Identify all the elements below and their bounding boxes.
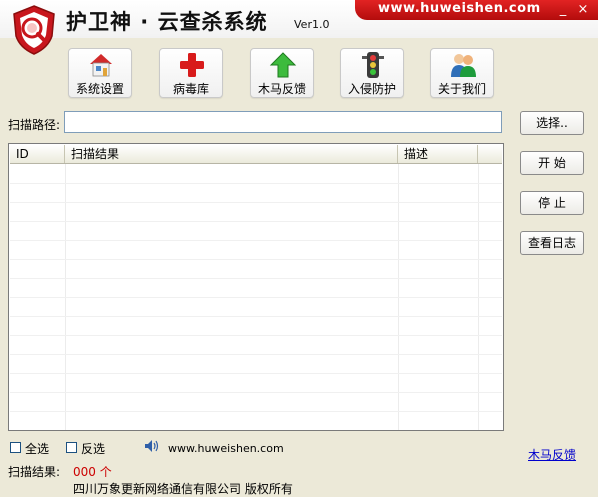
- select-all-label[interactable]: 全选: [25, 440, 49, 457]
- column-header-scan-result[interactable]: 扫描结果: [65, 145, 398, 163]
- house-settings-icon: [90, 54, 112, 77]
- empty-row-line: [10, 278, 502, 279]
- copyright-text: 四川万象更新网络通信有限公司 版权所有: [73, 482, 293, 496]
- toolbar-about-us-button[interactable]: 关于我们: [430, 48, 494, 98]
- scan-result-label: 扫描结果:: [8, 465, 61, 479]
- shield-logo-icon: [13, 5, 55, 55]
- toolbar-virus-db-button[interactable]: 病毒库: [159, 48, 223, 98]
- empty-row-line: [10, 297, 502, 298]
- toolbar-trojan-feedback-button[interactable]: 木马反馈: [250, 48, 314, 98]
- toolbar-system-settings-button[interactable]: 系统设置: [68, 48, 132, 98]
- scan-path-label: 扫描路径:: [8, 118, 61, 132]
- start-button[interactable]: 开 始: [520, 151, 584, 175]
- scan-results-table[interactable]: ID 扫描结果 描述: [8, 143, 504, 431]
- empty-row-line: [10, 411, 502, 412]
- scan-path-input[interactable]: [64, 111, 502, 133]
- invert-select-checkbox[interactable]: [66, 442, 77, 453]
- empty-row-line: [10, 183, 502, 184]
- toolbar-label: 木马反馈: [257, 82, 306, 96]
- empty-row-line: [10, 202, 502, 203]
- traffic-light-icon: [362, 52, 384, 78]
- view-log-button[interactable]: 查看日志: [520, 231, 584, 255]
- empty-row-line: [10, 354, 502, 355]
- stop-button[interactable]: 停 止: [520, 191, 584, 215]
- empty-row-line: [10, 335, 502, 336]
- column-header-description[interactable]: 描述: [398, 145, 478, 163]
- trojan-report-link[interactable]: 木马反馈: [528, 446, 576, 463]
- app-title: 护卫神 · 云查杀系统: [66, 10, 268, 34]
- toolbar-label: 入侵防护: [347, 82, 396, 96]
- toolbar-label: 病毒库: [172, 82, 209, 96]
- close-button[interactable]: ×: [575, 2, 591, 18]
- column-header-filler: [478, 145, 502, 163]
- toolbar-label: 关于我们: [437, 82, 486, 96]
- speaker-icon: [145, 440, 159, 452]
- footer-url[interactable]: www.huweishen.com: [168, 442, 284, 455]
- empty-row-line: [10, 240, 502, 241]
- empty-row-line: [10, 316, 502, 317]
- empty-row-line: [10, 221, 502, 222]
- column-header-id[interactable]: ID: [10, 145, 65, 163]
- toolbar-label: 系统设置: [75, 82, 124, 96]
- empty-row-line: [10, 373, 502, 374]
- users-icon: [451, 54, 476, 77]
- red-cross-icon: [180, 53, 204, 77]
- select-all-checkbox[interactable]: [10, 442, 21, 453]
- header-site-url: www.huweishen.com: [378, 1, 541, 16]
- minimize-button[interactable]: _: [555, 2, 571, 18]
- toolbar-intrusion-protection-button[interactable]: 入侵防护: [340, 48, 404, 98]
- table-header: ID 扫描结果 描述: [10, 145, 502, 164]
- green-up-arrow-icon: [269, 52, 297, 78]
- browse-button[interactable]: 选择..: [520, 111, 584, 135]
- app-version: Ver1.0: [294, 18, 330, 31]
- scan-result-count: 000 个: [73, 465, 112, 479]
- empty-row-line: [10, 259, 502, 260]
- invert-select-label[interactable]: 反选: [81, 440, 105, 457]
- empty-row-line: [10, 392, 502, 393]
